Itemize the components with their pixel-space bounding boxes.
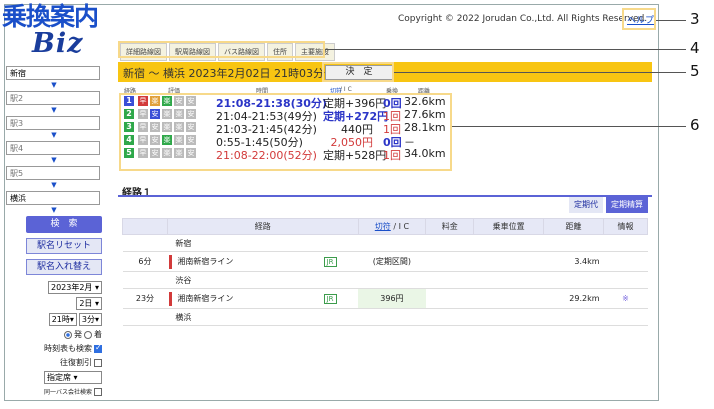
arrive-label: 着 xyxy=(94,330,102,339)
minute-value: 3分 xyxy=(81,315,95,324)
callout-number: 4 xyxy=(690,39,700,57)
highlight-help xyxy=(622,8,656,30)
teiki-seisan-button[interactable]: 定期精算 xyxy=(606,197,648,213)
th-blank xyxy=(122,218,168,235)
arrive-radio[interactable] xyxy=(84,330,92,339)
station-start: 新宿 xyxy=(167,234,648,252)
line-color-bar xyxy=(169,292,173,306)
th-fare-ic: / I C xyxy=(390,222,410,231)
year-month-value: 2023年2月 xyxy=(50,283,93,292)
callout-line xyxy=(452,126,686,127)
depart-label: 発 xyxy=(74,330,82,339)
segment-line[interactable]: 湘南新宿ライン xyxy=(167,251,303,272)
th-fare: 切符 / I C xyxy=(357,218,427,235)
down-arrow-icon: ▼ xyxy=(51,81,57,89)
day-select[interactable]: 2日 ▾ xyxy=(76,297,102,310)
callout-number: 5 xyxy=(690,62,700,80)
discount-label: 往復割引 xyxy=(60,358,92,367)
seat-select[interactable]: 指定席 ▾ xyxy=(44,371,102,384)
sidebar: ▼ ▼ ▼ ▼ ▼ ▼ 検 索 駅名リセット 駅名入れ替え 2023年2月 ▾ … xyxy=(6,66,102,396)
down-arrow-icon: ▼ xyxy=(51,156,57,164)
route-detail-table: 経路 切符 / I C 料金 乗車位置 距離 情報 新宿 6分 湘南新宿ライン … xyxy=(122,218,648,326)
segment-duration: 6分 xyxy=(122,251,168,272)
copyright-text: Copyright © 2022 Jorudan Co.,Ltd. All Ri… xyxy=(398,14,648,24)
teikidai-button[interactable]: 定期代 xyxy=(569,197,603,213)
th-charge: 料金 xyxy=(425,218,475,235)
th-distance: 距離 xyxy=(543,218,605,235)
segment-fare: (定期区間) xyxy=(358,251,426,272)
th-fare-link[interactable]: 切符 xyxy=(375,222,391,231)
station-reset-button[interactable]: 駅名リセット xyxy=(26,238,102,254)
down-arrow-icon: ▼ xyxy=(51,106,57,114)
day-value: 2日 xyxy=(79,299,93,308)
station-input-6[interactable] xyxy=(6,191,100,205)
callout-line xyxy=(325,49,686,50)
col-fare-ic: / I C xyxy=(340,86,352,93)
segment-fare: 396円 xyxy=(358,288,426,309)
timetable-label: 時刻表も検索 xyxy=(44,344,92,353)
bus-checkbox[interactable] xyxy=(94,387,102,396)
th-position: 乗車位置 xyxy=(473,218,545,235)
line-name: 湘南新宿ライン xyxy=(177,294,234,303)
line-color-bar xyxy=(169,255,173,269)
station-input-1[interactable] xyxy=(6,66,100,80)
segment-distance: 3.4km xyxy=(543,251,604,272)
station-input-2[interactable] xyxy=(6,91,100,105)
hour-value: 21時 xyxy=(51,315,70,324)
logo-text-top: 乗換案内 xyxy=(2,2,99,31)
highlight-routes xyxy=(119,93,452,171)
seat-value: 指定席 xyxy=(47,373,71,382)
jr-icon: JR xyxy=(323,256,337,267)
callout-line xyxy=(394,72,686,73)
segment-distance: 29.2km xyxy=(543,288,604,309)
year-month-select[interactable]: 2023年2月 ▾ xyxy=(47,281,102,294)
station-input-5[interactable] xyxy=(6,166,100,180)
bus-label: 同一バス会社検索 xyxy=(43,389,92,396)
minute-select[interactable]: 3分▾ xyxy=(78,313,102,326)
search-button[interactable]: 検 索 xyxy=(26,216,102,233)
hour-select[interactable]: 21時▾ xyxy=(48,313,77,326)
highlight-decide xyxy=(322,62,394,82)
logo[interactable]: 乗換案内 Biz xyxy=(2,3,114,59)
logo-text-biz: Biz xyxy=(32,28,84,59)
station-input-3[interactable] xyxy=(6,116,100,130)
down-arrow-icon: ▼ xyxy=(51,131,57,139)
station-end: 横浜 xyxy=(167,308,648,326)
route-title: 新宿 ～ 横浜 2023年2月02日 21時03分発 xyxy=(123,67,335,80)
segment-line[interactable]: 湘南新宿ライン xyxy=(167,288,303,309)
highlight-tabs xyxy=(118,41,325,58)
station-input-4[interactable] xyxy=(6,141,100,155)
callout-number: 3 xyxy=(690,10,700,28)
th-info: 情報 xyxy=(603,218,648,235)
discount-checkbox[interactable] xyxy=(94,358,102,367)
station-swap-button[interactable]: 駅名入れ替え xyxy=(26,259,102,275)
info-icon[interactable]: ※ xyxy=(603,288,648,309)
th-route: 経路 xyxy=(166,218,359,235)
timetable-checkbox[interactable] xyxy=(94,343,102,353)
down-arrow-icon: ▼ xyxy=(51,181,57,189)
callout-line xyxy=(656,20,686,21)
depart-radio[interactable] xyxy=(64,330,72,339)
segment-duration: 23分 xyxy=(122,288,168,309)
station-mid: 渋谷 xyxy=(167,271,648,289)
jr-icon: JR xyxy=(323,293,337,304)
down-arrow-icon: ▼ xyxy=(51,206,57,214)
line-name: 湘南新宿ライン xyxy=(177,257,234,266)
callout-number: 6 xyxy=(690,116,700,134)
